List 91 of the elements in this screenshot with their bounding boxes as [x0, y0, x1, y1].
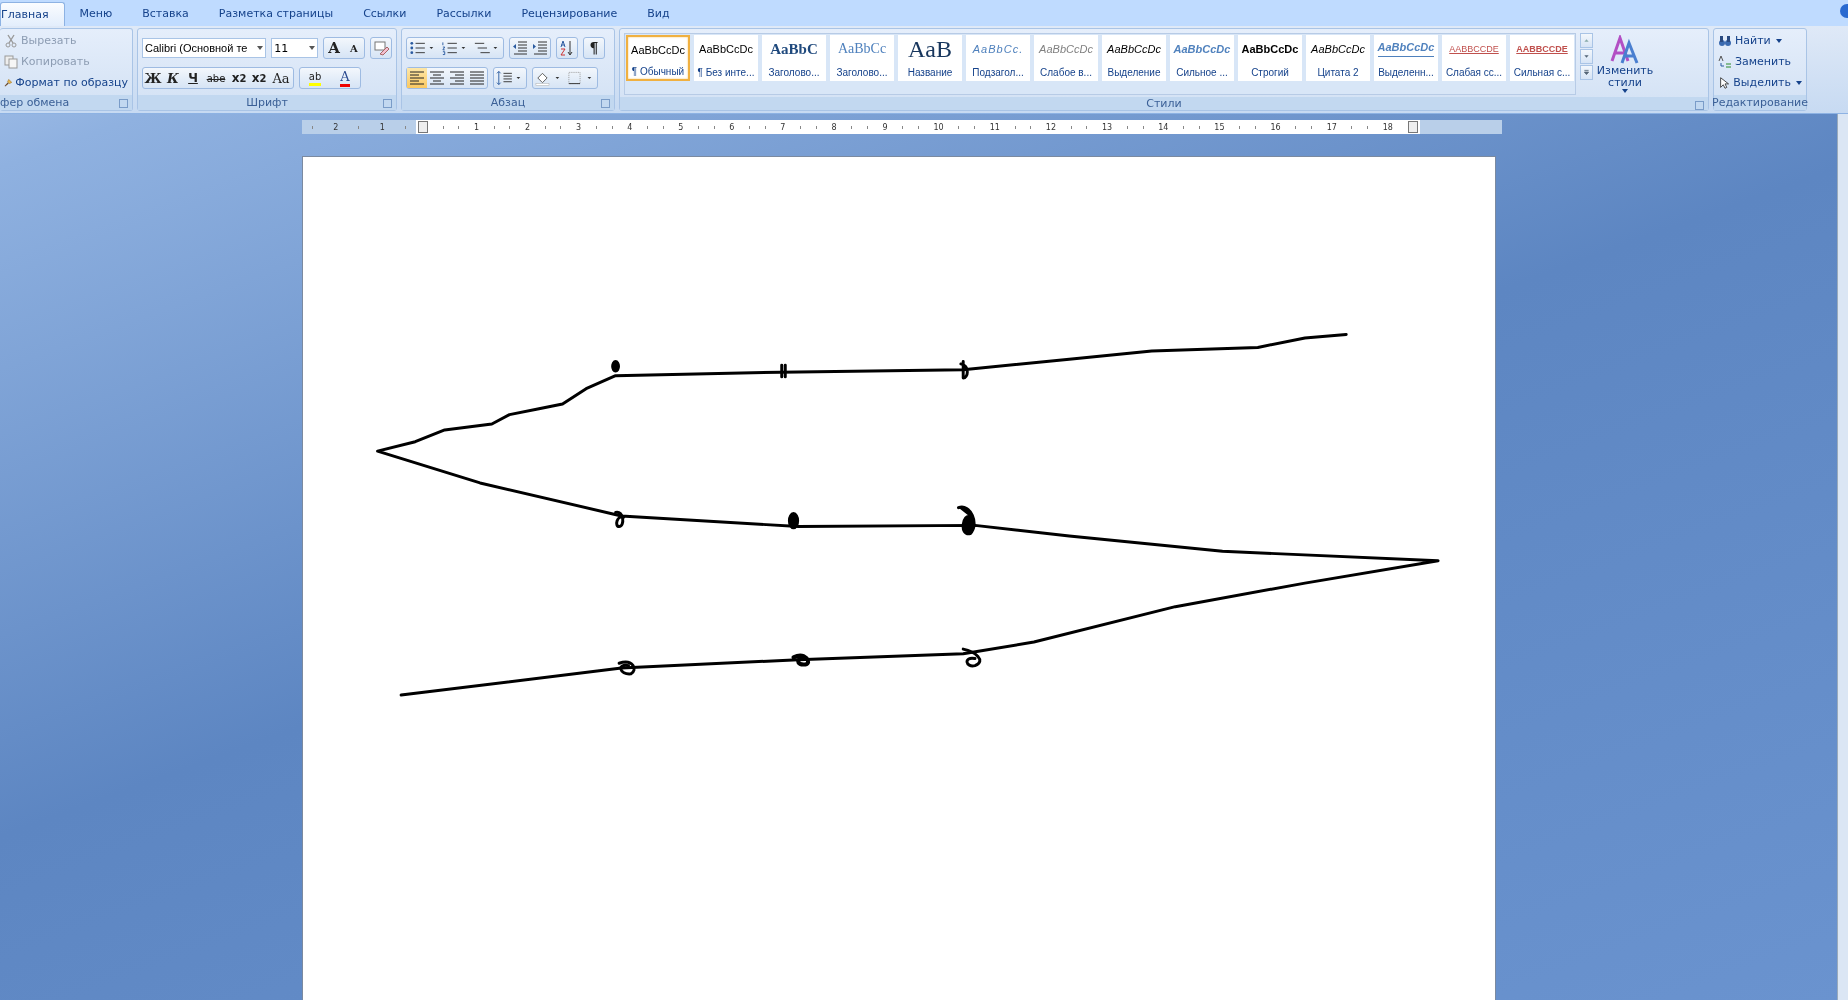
align-icon[interactable] — [447, 68, 467, 88]
scissors-icon — [4, 33, 18, 48]
style-tile[interactable]: AaBbCcDc Строгий — [1238, 35, 1302, 81]
style-tile[interactable]: AaBbCcDc Выделенн... — [1374, 35, 1438, 81]
vertical-scrollbar[interactable] — [1837, 114, 1848, 1000]
caret-icon — [1775, 38, 1782, 43]
group-label: Стили — [1146, 97, 1182, 110]
style-tile[interactable]: AaBbCc Заголово... — [830, 35, 894, 81]
grow-font-button[interactable]: A — [324, 38, 344, 58]
ruler-number: 13 — [1102, 122, 1113, 132]
ruler-number: 2 — [333, 122, 339, 132]
styles-letters-icon — [1610, 35, 1640, 65]
ribbon-tab[interactable]: Главная — [0, 2, 65, 26]
style-tile[interactable]: AaBbCcDc Цитата 2 — [1306, 35, 1370, 81]
ribbon-tab[interactable]: Разметка страницы — [203, 2, 349, 26]
shrink-font-button[interactable]: A — [344, 38, 364, 58]
ruler-number: 11 — [989, 122, 1000, 132]
ruler-number: 16 — [1270, 122, 1281, 132]
style-tile[interactable]: AaB Название — [898, 35, 962, 81]
ruler-number: 7 — [780, 122, 786, 132]
ruler-number: 12 — [1045, 122, 1057, 132]
indent-marker-icon[interactable] — [1407, 121, 1418, 133]
group-label: Абзац — [490, 96, 526, 109]
ruler-number: 9 — [882, 122, 888, 132]
ruler-number: 15 — [1214, 122, 1225, 132]
copy-icon — [4, 54, 18, 69]
ruler-number: 1 — [473, 122, 480, 132]
indent-marker-icon[interactable] — [418, 121, 428, 133]
dialog-launcher-icon[interactable] — [601, 99, 610, 108]
align-icon[interactable] — [407, 68, 427, 88]
dialog-launcher-icon[interactable] — [383, 99, 392, 108]
font-size-field[interactable]: 11 — [271, 38, 318, 58]
format-button[interactable]: К — [163, 68, 183, 88]
ribbon-tab[interactable]: Рецензирование — [506, 2, 633, 26]
binoculars-icon — [1718, 33, 1732, 48]
group-label: Редактирование — [1712, 96, 1808, 109]
editing-button[interactable]: Выделить — [1718, 74, 1802, 91]
ribbon-tab[interactable]: Ссылки — [348, 2, 422, 26]
ribbon-tab[interactable]: Рассылки — [421, 2, 507, 26]
more-styles-icon[interactable] — [1580, 65, 1593, 80]
ruler-number: 2 — [525, 122, 531, 132]
caret-icon — [1796, 80, 1802, 85]
dialog-launcher-icon[interactable] — [1695, 101, 1704, 110]
align-icon[interactable] — [467, 68, 487, 88]
decrease-indent-icon[interactable] — [510, 38, 530, 58]
ruler-number: 17 — [1326, 122, 1337, 132]
style-tile[interactable]: AaBbCcDc Слабое в... — [1034, 35, 1098, 81]
scroll-down-icon[interactable] — [1580, 49, 1593, 64]
align-icon[interactable] — [427, 68, 447, 88]
format-button[interactable]: Aa — [269, 68, 293, 88]
increase-indent-icon[interactable] — [530, 38, 550, 58]
format-button[interactable]: Ж — [143, 68, 163, 88]
format-button[interactable]: abe — [203, 68, 229, 88]
format-button[interactable]: Ч — [183, 68, 203, 88]
caret-icon — [1622, 89, 1628, 93]
ruler-number: 1 — [379, 122, 385, 132]
font-name-field[interactable]: Calibri (Основной те — [142, 38, 267, 58]
caret-icon — [257, 46, 264, 50]
ribbon-tab[interactable]: Вид — [632, 2, 685, 26]
style-tile[interactable]: AaBbCcDc ¶ Обычный — [626, 35, 690, 81]
replace-icon — [1718, 54, 1732, 69]
cursor-icon — [1718, 75, 1731, 90]
ribbon-tab[interactable]: Вставка — [127, 2, 204, 26]
font-color-button[interactable]: A — [330, 68, 360, 88]
style-tile[interactable]: AaBbCc. Подзагол... — [966, 35, 1030, 81]
group-label: фер обмена — [0, 96, 70, 109]
ruler-number: 3 — [576, 122, 582, 132]
style-tile[interactable]: AaBbC Заголово... — [762, 35, 826, 81]
ruler-number: 14 — [1158, 122, 1169, 132]
show-marks-button[interactable]: ¶ — [584, 38, 604, 58]
caret-icon — [309, 46, 315, 50]
change-styles-button[interactable]: Изменить стили — [1597, 33, 1653, 95]
style-tile[interactable]: AABBCCDE Слабая сс... — [1442, 35, 1506, 81]
style-tile[interactable]: AABBCCDE Сильная с... — [1510, 35, 1574, 81]
ruler-number: 10 — [933, 122, 944, 132]
ruler-number: 6 — [729, 122, 735, 132]
clear-format-icon[interactable] — [371, 38, 391, 58]
ruler-number: 5 — [678, 122, 684, 132]
editing-button[interactable]: Заменить — [1718, 53, 1802, 70]
group-label: Шрифт — [246, 96, 288, 109]
clipboard-button[interactable]: Формат по образцу — [4, 74, 128, 91]
style-tile[interactable]: AaBbCcDc Выделение — [1102, 35, 1166, 81]
editing-button[interactable]: Найти — [1718, 32, 1802, 49]
dialog-launcher-icon[interactable] — [119, 99, 128, 108]
ruler-number: 4 — [627, 122, 633, 132]
style-tile[interactable]: AaBbCcDc Сильное ... — [1170, 35, 1234, 81]
ribbon-tab[interactable]: Меню — [64, 2, 128, 26]
ruler-number: 8 — [831, 122, 837, 132]
style-tile[interactable]: AaBbCcDc ¶ Без инте... — [694, 35, 758, 81]
ruler-number: 18 — [1382, 122, 1393, 132]
highlight-button[interactable]: ab — [300, 68, 330, 88]
